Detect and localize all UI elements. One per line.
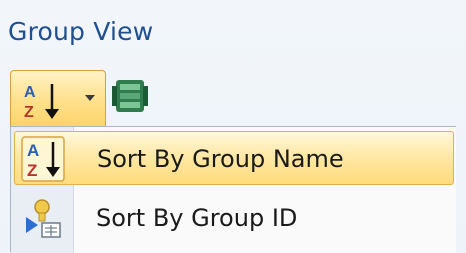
chevron-down-icon <box>85 95 95 101</box>
menu-item-sort-by-group-id[interactable]: Sort By Group ID <box>14 191 454 245</box>
toolbar: A Z <box>8 64 466 126</box>
panel-title: Group View <box>8 17 154 46</box>
sort-dropdown-button[interactable]: A Z <box>10 70 106 126</box>
menu-item-label: Sort By Group ID <box>96 204 298 232</box>
sort-by-id-icon <box>26 199 61 238</box>
menu-item-label: Sort By Group Name <box>97 145 344 173</box>
sort-menu: A Z Sort By Group Name Sort By Group ID <box>10 126 456 253</box>
sort-az-icon: A Z <box>24 84 59 121</box>
sort-az-icon: A Z <box>21 136 65 182</box>
menu-item-sort-by-group-name[interactable]: A Z Sort By Group Name <box>14 131 454 185</box>
svg-text:Z: Z <box>24 104 34 121</box>
svg-text:A: A <box>27 141 39 160</box>
group-view-panel: Group View A Z A Z Sort By Group Name So… <box>0 0 466 253</box>
svg-text:A: A <box>24 84 36 101</box>
group-view-icon[interactable] <box>110 74 150 118</box>
svg-text:Z: Z <box>27 161 37 180</box>
